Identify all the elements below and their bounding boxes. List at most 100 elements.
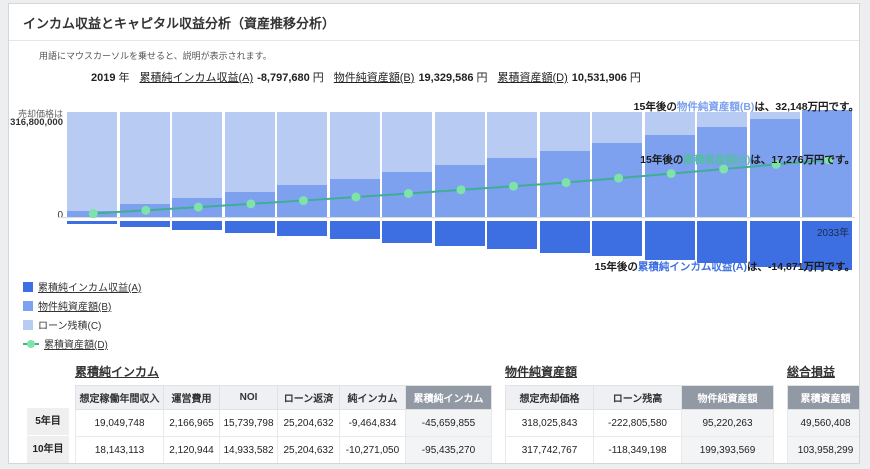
- legend-item-3[interactable]: 累積資産額(D): [23, 336, 859, 351]
- table-row: 317,742,767-118,349,198199,393,569: [506, 437, 774, 464]
- legend-swatch-icon: [23, 282, 33, 292]
- column-header: 純インカム: [340, 386, 406, 410]
- data-point-2020[interactable]: [141, 206, 150, 215]
- table-cell: 95,220,263: [682, 410, 774, 437]
- data-point-2021[interactable]: [194, 203, 203, 212]
- annotation-term-0: 物件純資産額(B): [677, 101, 755, 113]
- column-header: 累積純インカム: [406, 386, 492, 410]
- table-cell: 2,120,944: [164, 437, 220, 464]
- summary-unit-1: 円: [477, 72, 488, 84]
- chart-legend: 累積純インカム収益(A) 物件純資産額(B) ローン残積(C) 累積資産額(D): [23, 279, 859, 351]
- tooltip-hint-note: 用語にマウスカーソルを乗せると、説明が表示されます。: [39, 49, 859, 62]
- table-cell: 49,560,408: [788, 410, 861, 437]
- data-table-0: 想定稼働年間収入運営費用NOIローン返済純インカム累積純インカム19,049,7…: [75, 385, 492, 464]
- table-cell: 2,087,728: [164, 464, 220, 465]
- legend-item-2[interactable]: ローン残積(C): [23, 317, 859, 332]
- analysis-card: インカム収益とキャピタル収益分析（資産推移分析） 用語にマウスカーソルを乗せると…: [8, 3, 860, 464]
- annotation-cumulative-income: 15年後の累積純インカム収益(A)は、-14,871万円です。: [595, 259, 855, 274]
- table-heading-2[interactable]: 総合損益: [787, 363, 860, 380]
- table-cell: -148,716,182: [406, 464, 492, 465]
- table-section-2: 総合損益累積資産額49,560,408103,958,299172,767,78…: [787, 363, 860, 464]
- table-cell: 17,488,731: [76, 464, 164, 465]
- annotation-property-net-assets: 15年後の物件純資産額(B)は、32,148万円です。: [634, 99, 859, 114]
- y-axis-zero-label: 0: [9, 210, 63, 221]
- y-axis-top-value: 316,800,000: [9, 117, 63, 128]
- legend-label-3: 累積資産額(D): [44, 336, 108, 351]
- table-cell: 172,767,787: [788, 464, 861, 465]
- table-cell: -95,435,270: [406, 437, 492, 464]
- annotation-cumulative-assets: 15年後の累積資産額(D)は、17,276万円です。: [640, 152, 855, 167]
- table-cell: 14,351,679: [220, 464, 278, 465]
- table-cell: 15,739,798: [220, 410, 278, 437]
- table-row: 172,767,787: [788, 464, 861, 465]
- legend-swatch-icon: [23, 320, 33, 330]
- legend-item-0[interactable]: 累積純インカム収益(A): [23, 279, 859, 294]
- summary-term-0[interactable]: 累積純インカム収益(A): [139, 72, 253, 84]
- data-point-2030[interactable]: [667, 169, 676, 178]
- table-heading-0[interactable]: 累積純インカム: [75, 363, 492, 380]
- column-header: 想定稼働年間収入: [76, 386, 164, 410]
- table-cell: 317,742,767: [506, 437, 594, 464]
- table-cell: -10,852,953: [340, 464, 406, 465]
- table-cell: 19,049,748: [76, 410, 164, 437]
- data-point-2026[interactable]: [457, 185, 466, 194]
- table-cell: 25,204,632: [278, 410, 340, 437]
- legend-swatch-icon: [23, 301, 33, 311]
- legend-line-dot-icon: [23, 339, 39, 349]
- table-row: 103,958,299: [788, 437, 861, 464]
- annotation-term-2: 累積純インカム収益(A): [638, 261, 747, 273]
- summary-term-2[interactable]: 累積資産額(D): [498, 72, 568, 84]
- table-section-1: 物件純資産額想定売却価格ローン残高物件純資産額318,025,843-222,8…: [505, 363, 774, 464]
- table-cell: 318,025,843: [506, 410, 594, 437]
- table-row: 49,560,408: [788, 410, 861, 437]
- data-point-2022[interactable]: [246, 199, 255, 208]
- data-point-2024[interactable]: [351, 193, 360, 202]
- summary-year: 2019: [91, 72, 115, 84]
- data-point-2027[interactable]: [509, 182, 518, 191]
- column-header: ローン返済: [278, 386, 340, 410]
- table-row: 17,488,7312,087,72814,351,67925,204,632-…: [76, 464, 492, 465]
- table-cell: 2,166,965: [164, 410, 220, 437]
- table-row: 19,049,7482,166,96515,739,79825,204,632-…: [76, 410, 492, 437]
- table-section-0: 累積純インカム想定稼働年間収入運営費用NOIローン返済純インカム累積純インカム1…: [75, 363, 492, 464]
- annotation-term-1: 累積資産額(D): [683, 154, 750, 166]
- summary-unit-0: 円: [313, 72, 324, 84]
- table-row: 18,143,1132,120,94414,933,58225,204,632-…: [76, 437, 492, 464]
- data-point-2025[interactable]: [404, 189, 413, 198]
- summary-year-suffix: 年: [118, 72, 129, 84]
- table-cell: -45,659,855: [406, 410, 492, 437]
- column-header: 運営費用: [164, 386, 220, 410]
- chart-stage: 売却価格は 316,800,000 0 15年後の物件純資産額(B)は、32,1…: [9, 95, 859, 275]
- legend-label-0: 累積純インカム収益(A): [38, 279, 141, 294]
- table-cell: 25,204,632: [278, 437, 340, 464]
- data-point-2019[interactable]: [89, 209, 98, 218]
- row-label-5年目: 5年目: [27, 408, 69, 436]
- column-header: 物件純資産額: [682, 386, 774, 410]
- column-header: NOI: [220, 386, 278, 410]
- cumulative-asset-line: [67, 110, 855, 275]
- table-cell: -222,805,580: [594, 410, 682, 437]
- data-point-2029[interactable]: [614, 174, 623, 183]
- table-heading-1[interactable]: 物件純資産額: [505, 363, 774, 380]
- legend-item-1[interactable]: 物件純資産額(B): [23, 298, 859, 313]
- summary-value-1: 19,329,586: [418, 72, 473, 84]
- summary-term-1[interactable]: 物件純資産額(B): [334, 72, 415, 84]
- table-cell: 0: [594, 464, 682, 465]
- table-cell: -9,464,834: [340, 410, 406, 437]
- summary-value-2: 10,531,906: [572, 72, 627, 84]
- table-cell: 199,393,569: [682, 437, 774, 464]
- year-summary-line: 2019年累積純インカム収益(A)-8,797,680円物件純資産額(B)19,…: [91, 69, 859, 85]
- chart-plot-area: [67, 110, 855, 275]
- table-cell: 25,204,632: [278, 464, 340, 465]
- legend-label-2: ローン残積(C): [38, 317, 101, 332]
- summary-unit-2: 円: [630, 72, 641, 84]
- table-cell: 321,483,969: [682, 464, 774, 465]
- data-point-2028[interactable]: [562, 178, 571, 187]
- column-header: 想定売却価格: [506, 386, 594, 410]
- table-row: 318,025,843-222,805,58095,220,263: [506, 410, 774, 437]
- data-table-2: 累積資産額49,560,408103,958,299172,767,787: [787, 385, 860, 464]
- title-divider: [9, 40, 859, 41]
- table-cell: 14,933,582: [220, 437, 278, 464]
- table-cell: -118,349,198: [594, 437, 682, 464]
- data-point-2023[interactable]: [299, 196, 308, 205]
